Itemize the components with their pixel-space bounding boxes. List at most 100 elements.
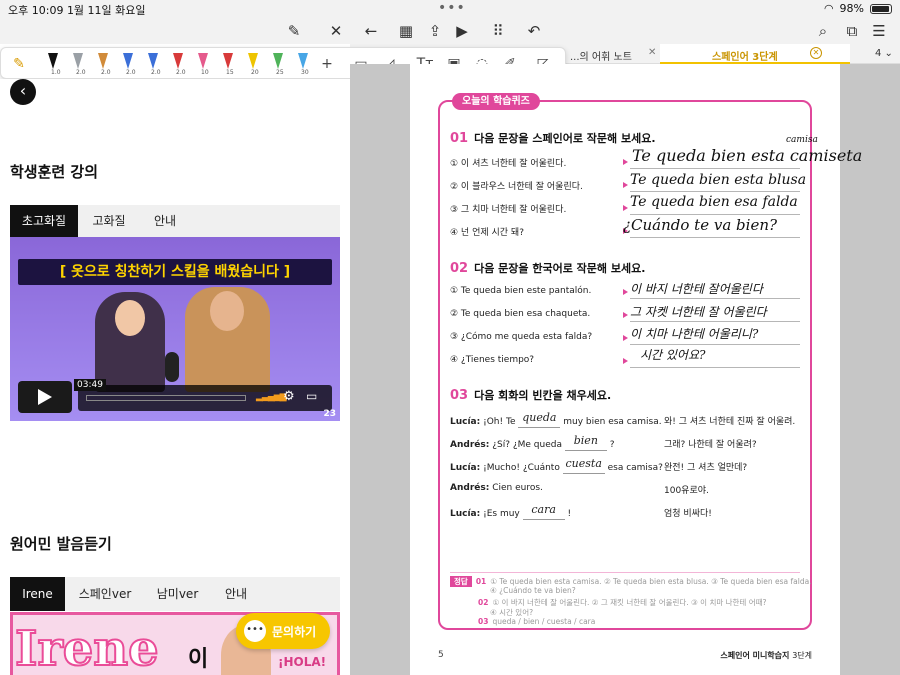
status-right: ◠ 98% [824, 2, 892, 15]
pen-size-label: 2.0 [176, 69, 186, 76]
play-button[interactable] [18, 381, 72, 413]
pen-preset[interactable]: 15 [218, 51, 238, 77]
video-duration: 03:49 [74, 379, 106, 391]
airplay-icon[interactable]: ▭ [306, 389, 317, 403]
pen-preset[interactable]: 1.0 [43, 51, 63, 77]
share-icon[interactable]: ⇪ [424, 20, 446, 42]
pen-preset[interactable]: 20 [243, 51, 263, 77]
tab-info[interactable]: 안내 [210, 577, 262, 611]
dialog-line: Lucía: ¡Es muy cara ! [450, 503, 572, 520]
fill-in-blank[interactable]: cara [522, 503, 565, 520]
handwriting-correction: camisa [786, 135, 818, 145]
search-icon[interactable]: ⌕ [812, 20, 834, 42]
handwriting-answer: 이 치마 나한테 어울리니? [630, 327, 759, 341]
video-player[interactable]: [ 옷으로 칭찬하기 스킬을 배웠습니다 ] ▂▃▄▅▆ ⚙ ▭ 03:49 2… [10, 237, 340, 421]
answer-line [630, 321, 800, 322]
pen-preset[interactable]: 2.0 [93, 51, 113, 77]
menu-icon[interactable]: ☰ [868, 20, 890, 42]
fill-in-blank[interactable]: queda [518, 411, 561, 428]
undo-icon[interactable]: ↶ [523, 20, 545, 42]
tab-hd[interactable]: 고화질 [78, 205, 140, 237]
grid-view-icon[interactable]: ▦ [395, 20, 417, 42]
chat-bubble-icon: ••• [244, 620, 266, 642]
dialog-translation: 와! 그 셔츠 너한테 진짜 잘 어울려. [664, 417, 796, 427]
handwriting-answer: cara [531, 503, 556, 516]
top-toolbar: ✎ ✕ ← ▦ ⇪ ▶ ⠿ ↶ ⌕ ⧉ ☰ [0, 18, 900, 44]
battery-icon [870, 3, 892, 14]
dialog-text: ! [567, 509, 572, 519]
pen-size-label: 20 [251, 69, 259, 76]
bookmark-icon[interactable]: ⧉ [841, 20, 863, 42]
q2-item: ① Te queda bien este pantalón. [450, 286, 592, 296]
presenter-man [185, 287, 270, 392]
handwriting-answer: 시간 있어요? [640, 348, 706, 362]
add-pen-icon[interactable]: + [317, 54, 337, 74]
tab-spain-ver[interactable]: 스페인ver [65, 577, 145, 611]
pen-tip-icon [173, 53, 183, 69]
pen-preset[interactable]: 10 [193, 51, 213, 77]
present-icon[interactable]: ▶ [451, 20, 473, 42]
tab-uhd[interactable]: 초고화질 [10, 205, 78, 237]
pen-size-label: 15 [226, 69, 234, 76]
dialog-text: ¡Oh! Te [483, 417, 516, 427]
pen-tip-icon [123, 53, 133, 69]
pen-size-label: 1.0 [51, 69, 61, 76]
pen-preset[interactable]: 25 [268, 51, 288, 77]
microphone-icon [165, 352, 179, 382]
dialog-text: esa camisa? [607, 463, 663, 473]
pen-preset[interactable]: 2.0 [68, 51, 88, 77]
dialog-speaker: Andrés: [450, 483, 490, 493]
pen-style-icon[interactable]: ✎ [9, 54, 29, 74]
answer-line [630, 191, 800, 192]
handwriting-answer: 이 바지 너한테 잘어울린다 [630, 282, 763, 296]
pen-preset[interactable]: 30 [293, 51, 313, 77]
apps-icon[interactable]: ⠿ [487, 20, 509, 42]
pen-tip-icon [273, 53, 283, 69]
channel-logo: 23 [323, 409, 336, 419]
tab-label: ...의 어휘 노트 [570, 52, 632, 63]
question-2-heading: 02 다음 문장을 한국어로 작문해 보세요. [450, 261, 646, 276]
multitasking-dots[interactable]: ••• [438, 0, 466, 16]
worksheet-page[interactable]: 오늘의 학습퀴즈 01 다음 문장을 스페인어로 작문해 보세요. ① 이 셔츠 … [410, 64, 862, 675]
volume-icon[interactable]: ▂▃▄▅▆ [256, 392, 287, 402]
tab-info[interactable]: 안내 [140, 205, 190, 237]
answer-arrow [623, 312, 628, 318]
pen-tip-icon [73, 53, 83, 69]
pen-mode-icon[interactable]: ✎ [283, 20, 305, 42]
back-button[interactable]: ‹ [10, 79, 36, 105]
gear-icon[interactable]: ⚙ [283, 389, 295, 404]
tab-latam-ver[interactable]: 남미ver [145, 577, 210, 611]
status-bar: 오후 10:09 1월 11일 화요일 ••• ◠ 98% [0, 0, 900, 18]
tab-count[interactable]: 4 ⌄ [875, 48, 893, 59]
tab-spanish-level3[interactable]: 스페인어 3단계 ✕ [660, 44, 850, 64]
fill-in-blank[interactable]: bien [564, 434, 607, 451]
close-icon[interactable]: ✕ [325, 20, 347, 42]
answer-line [630, 344, 800, 345]
pronunciation-tabs: Irene 스페인ver 남미ver 안내 [10, 577, 340, 611]
video-progress-bar[interactable] [86, 395, 246, 401]
fill-in-blank[interactable]: cuesta [562, 457, 605, 474]
q2-item: ④ ¿Tienes tiempo? [450, 355, 535, 365]
close-tab-icon[interactable]: ✕ [648, 47, 656, 58]
tab-irene[interactable]: Irene [10, 577, 65, 611]
inquiry-button[interactable]: ••• 문의하기 [236, 613, 330, 649]
dialog-translation: 엄청 비싸다! [664, 509, 712, 519]
handwriting-answer: Te queda bien esa falda [630, 194, 798, 210]
handwriting-answer: Te queda bien esta blusa [630, 172, 807, 188]
pen-size-label: 10 [201, 69, 209, 76]
answer-key-3: 03 queda / bien / cuesta / cara [478, 617, 596, 626]
pen-size-label: 2.0 [126, 69, 136, 76]
dialog-translation: 완전! 그 셔츠 얼만데? [664, 463, 748, 473]
dialog-line: Lucía: ¡Mucho! ¿Cuánto cuesta esa camisa… [450, 457, 663, 474]
answer-line [630, 214, 800, 215]
close-tab-icon[interactable]: ✕ [810, 47, 822, 59]
pen-preset[interactable]: 2.0 [168, 51, 188, 77]
section-title-pronunciation: 원어민 발음듣기 [10, 535, 112, 553]
answer-arrow [623, 205, 628, 211]
pen-preset[interactable]: 2.0 [118, 51, 138, 77]
back-arrow-icon[interactable]: ← [360, 20, 382, 42]
pen-preset[interactable]: 2.0 [143, 51, 163, 77]
answer-key-1b: ④ ¿Cuándo te va bien? [490, 586, 576, 595]
dialog-text: Cien euros. [492, 483, 543, 493]
dialog-text: ¡Es muy [483, 509, 520, 519]
